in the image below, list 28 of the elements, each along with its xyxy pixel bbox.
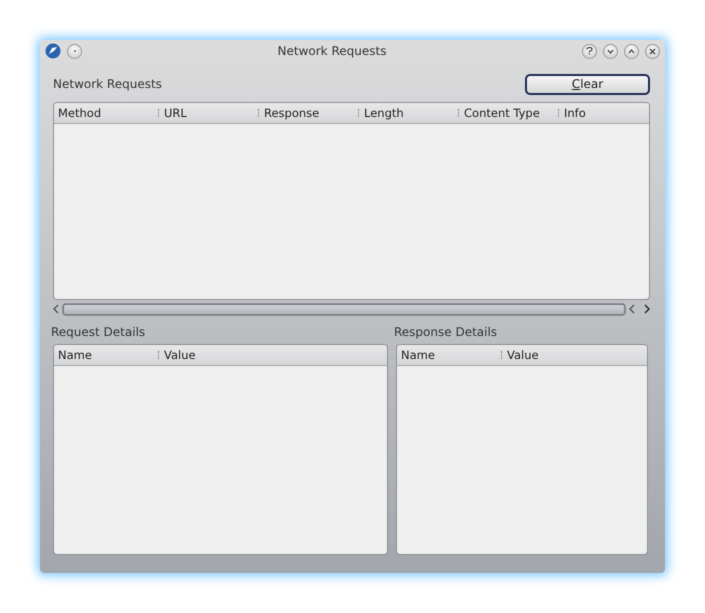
scroll-left-icon[interactable] xyxy=(629,304,635,314)
column-header[interactable]: URL xyxy=(154,103,254,124)
maximize-button[interactable] xyxy=(624,44,639,59)
chevron-up-icon xyxy=(628,48,635,54)
scroll-left-icon[interactable] xyxy=(53,304,59,314)
column-header[interactable]: Value xyxy=(497,345,643,365)
window-title: Network Requests xyxy=(276,44,388,58)
column-header[interactable]: Length xyxy=(354,103,454,124)
help-button[interactable] xyxy=(582,44,597,59)
section-label: Request Details xyxy=(51,324,146,341)
column-header[interactable]: Value xyxy=(154,345,383,365)
clear-button[interactable]: Clear xyxy=(525,74,650,95)
column-header[interactable]: Content Type xyxy=(454,103,554,124)
column-header[interactable]: Info xyxy=(554,103,649,124)
chevron-down-icon xyxy=(607,48,614,54)
app-icon xyxy=(45,43,61,60)
column-header[interactable]: Response xyxy=(254,103,354,124)
help-icon xyxy=(586,47,593,56)
column-header[interactable]: Name xyxy=(397,345,497,365)
section-label: Network Requests xyxy=(53,77,162,92)
close-button[interactable] xyxy=(645,44,660,59)
column-header[interactable]: Name xyxy=(54,345,154,365)
close-icon xyxy=(649,48,656,55)
column-header[interactable]: Method xyxy=(54,103,154,124)
minimize-button[interactable] xyxy=(603,44,618,59)
scrollbar[interactable] xyxy=(62,302,626,316)
section-label: Response Details xyxy=(394,324,498,341)
scroll-right-icon[interactable] xyxy=(644,304,650,314)
